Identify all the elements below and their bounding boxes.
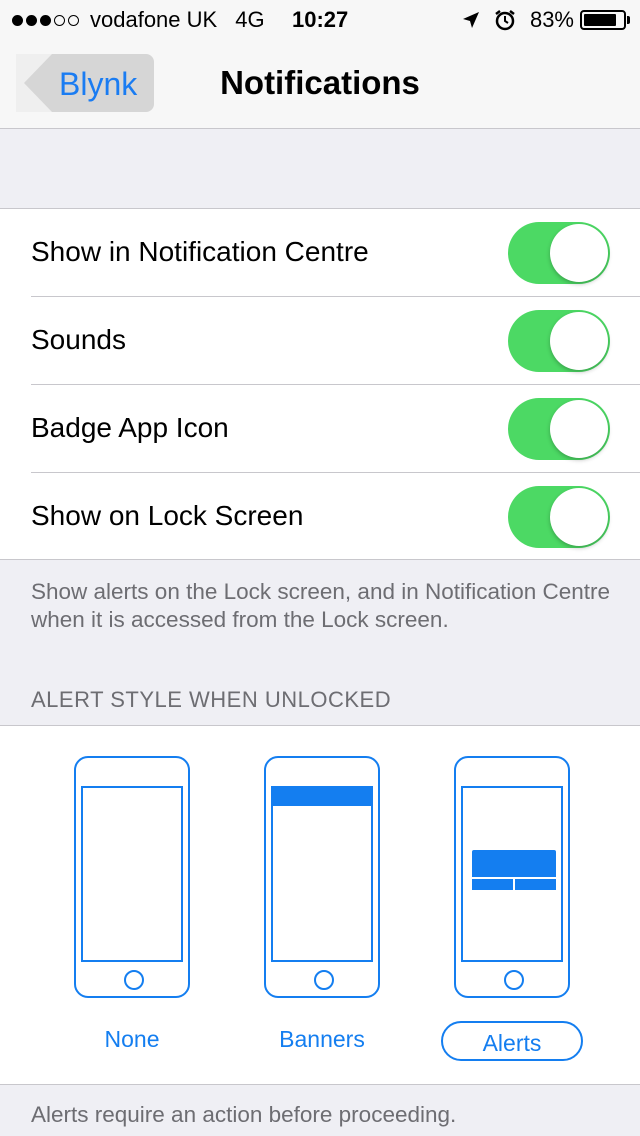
alert-style-alerts-label[interactable]: Alerts xyxy=(441,1021,583,1061)
toggle-row-sounds: Sounds xyxy=(0,297,640,385)
signal-dot xyxy=(12,14,23,26)
status-left: vodafone UK 4G xyxy=(12,7,275,33)
battery-percentage: 83% xyxy=(529,7,574,32)
notification-toggles-group: Show in Notification Centre Sounds Badge… xyxy=(0,208,640,560)
sounds-toggle[interactable] xyxy=(508,310,610,372)
toggle-row-show-on-lock-screen: Show on Lock Screen xyxy=(0,473,640,561)
navigation-bar: Blynk Notifications xyxy=(0,40,640,129)
signal-dot xyxy=(54,14,65,26)
alarm-clock-icon xyxy=(494,9,516,31)
row-label: Badge App Icon xyxy=(31,412,229,443)
status-time: 10:27 xyxy=(292,7,349,32)
location-arrow-icon xyxy=(462,11,480,29)
phone-screen xyxy=(461,786,563,962)
row-label: Show on Lock Screen xyxy=(31,500,304,531)
row-label: Show in Notification Centre xyxy=(31,236,369,267)
alert-style-option-alerts[interactable] xyxy=(454,756,570,998)
phone-alerts-icon xyxy=(454,756,570,998)
battery-cap xyxy=(627,16,630,24)
phone-screen xyxy=(81,786,183,962)
alert-dialog-button xyxy=(472,879,513,890)
row-label: Sounds xyxy=(31,324,126,355)
alert-style-group: None Banners Alerts xyxy=(0,725,640,1085)
phone-screen xyxy=(271,786,373,962)
signal-dot xyxy=(26,14,37,26)
signal-strength-icon xyxy=(12,14,82,26)
show-on-lock-screen-toggle[interactable] xyxy=(508,486,610,548)
battery-fill xyxy=(584,14,616,26)
toggle-knob xyxy=(550,224,608,282)
toggle-knob xyxy=(550,488,608,546)
toggle-knob xyxy=(550,400,608,458)
carrier-name: vodafone UK xyxy=(90,7,218,32)
phone-none-icon xyxy=(74,756,190,998)
toggle-row-show-in-notification-centre: Show in Notification Centre xyxy=(0,209,640,297)
alert-style-none-label[interactable]: None xyxy=(88,1026,176,1053)
network-type: 4G xyxy=(235,7,265,32)
phone-home-button xyxy=(124,970,144,990)
alert-style-option-banners[interactable] xyxy=(264,756,380,998)
status-bar: vodafone UK 4G 10:27 83% xyxy=(0,0,640,40)
phone-banners-icon xyxy=(264,756,380,998)
show-in-notification-centre-toggle[interactable] xyxy=(508,222,610,284)
alert-style-section-header: ALERT STYLE WHEN UNLOCKED xyxy=(31,687,392,712)
signal-dot xyxy=(68,14,79,26)
toggle-row-badge-app-icon: Badge App Icon xyxy=(0,385,640,473)
alert-style-option-none[interactable] xyxy=(74,756,190,998)
phone-home-button xyxy=(314,970,334,990)
toggle-knob xyxy=(550,312,608,370)
lock-screen-footer-text: Show alerts on the Lock screen, and in N… xyxy=(31,579,611,632)
alert-dialog-body xyxy=(472,850,556,877)
battery-icon xyxy=(580,10,626,30)
status-right: 83% xyxy=(462,7,630,33)
page-title: Notifications xyxy=(220,64,420,101)
signal-dot xyxy=(40,14,51,26)
alert-dialog-button xyxy=(515,879,556,890)
phone-home-button xyxy=(504,970,524,990)
badge-app-icon-toggle[interactable] xyxy=(508,398,610,460)
alert-style-footer-text: Alerts require an action before proceedi… xyxy=(31,1102,457,1127)
alert-dialog-graphic xyxy=(472,850,556,892)
alert-dialog-buttons xyxy=(472,879,556,890)
alert-style-banners-label[interactable]: Banners xyxy=(262,1026,382,1053)
banner-bar xyxy=(273,788,371,806)
